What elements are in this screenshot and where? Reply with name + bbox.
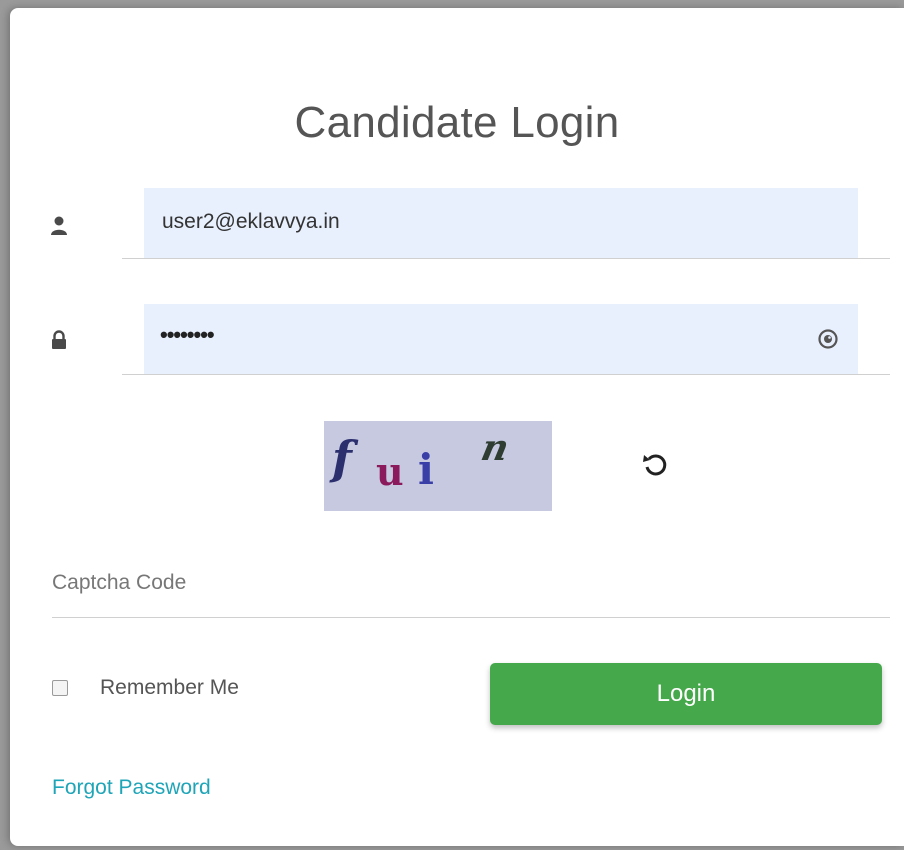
refresh-icon[interactable] [638,448,672,482]
captcha-char-1: f [332,431,352,485]
password-row: •••••••• [122,304,890,375]
login-button[interactable]: Login [490,663,882,725]
username-row: user2@eklavvya.in [122,188,890,259]
user-icon [51,216,67,235]
password-field[interactable]: •••••••• [144,304,858,374]
captcha-code-row [52,553,890,618]
captcha-char-4: n [477,427,513,469]
lock-icon [52,330,66,349]
login-card: Candidate Login user2@eklavvya.in ••••••… [10,8,904,846]
captcha-image: f u i n [324,421,552,511]
forgot-password-link[interactable]: Forgot Password [52,776,211,800]
captcha-char-3: i [418,445,434,494]
captcha-code-input[interactable] [52,553,890,613]
username-field[interactable]: user2@eklavvya.in [144,188,858,258]
remember-me-checkbox[interactable] [52,680,68,696]
password-masked-value: •••••••• [160,322,215,347]
captcha-char-2: u [376,449,404,494]
remember-me-label: Remember Me [100,676,239,699]
eye-icon[interactable] [818,329,838,349]
page-title: Candidate Login [294,98,620,147]
username-value: user2@eklavvya.in [162,210,340,233]
